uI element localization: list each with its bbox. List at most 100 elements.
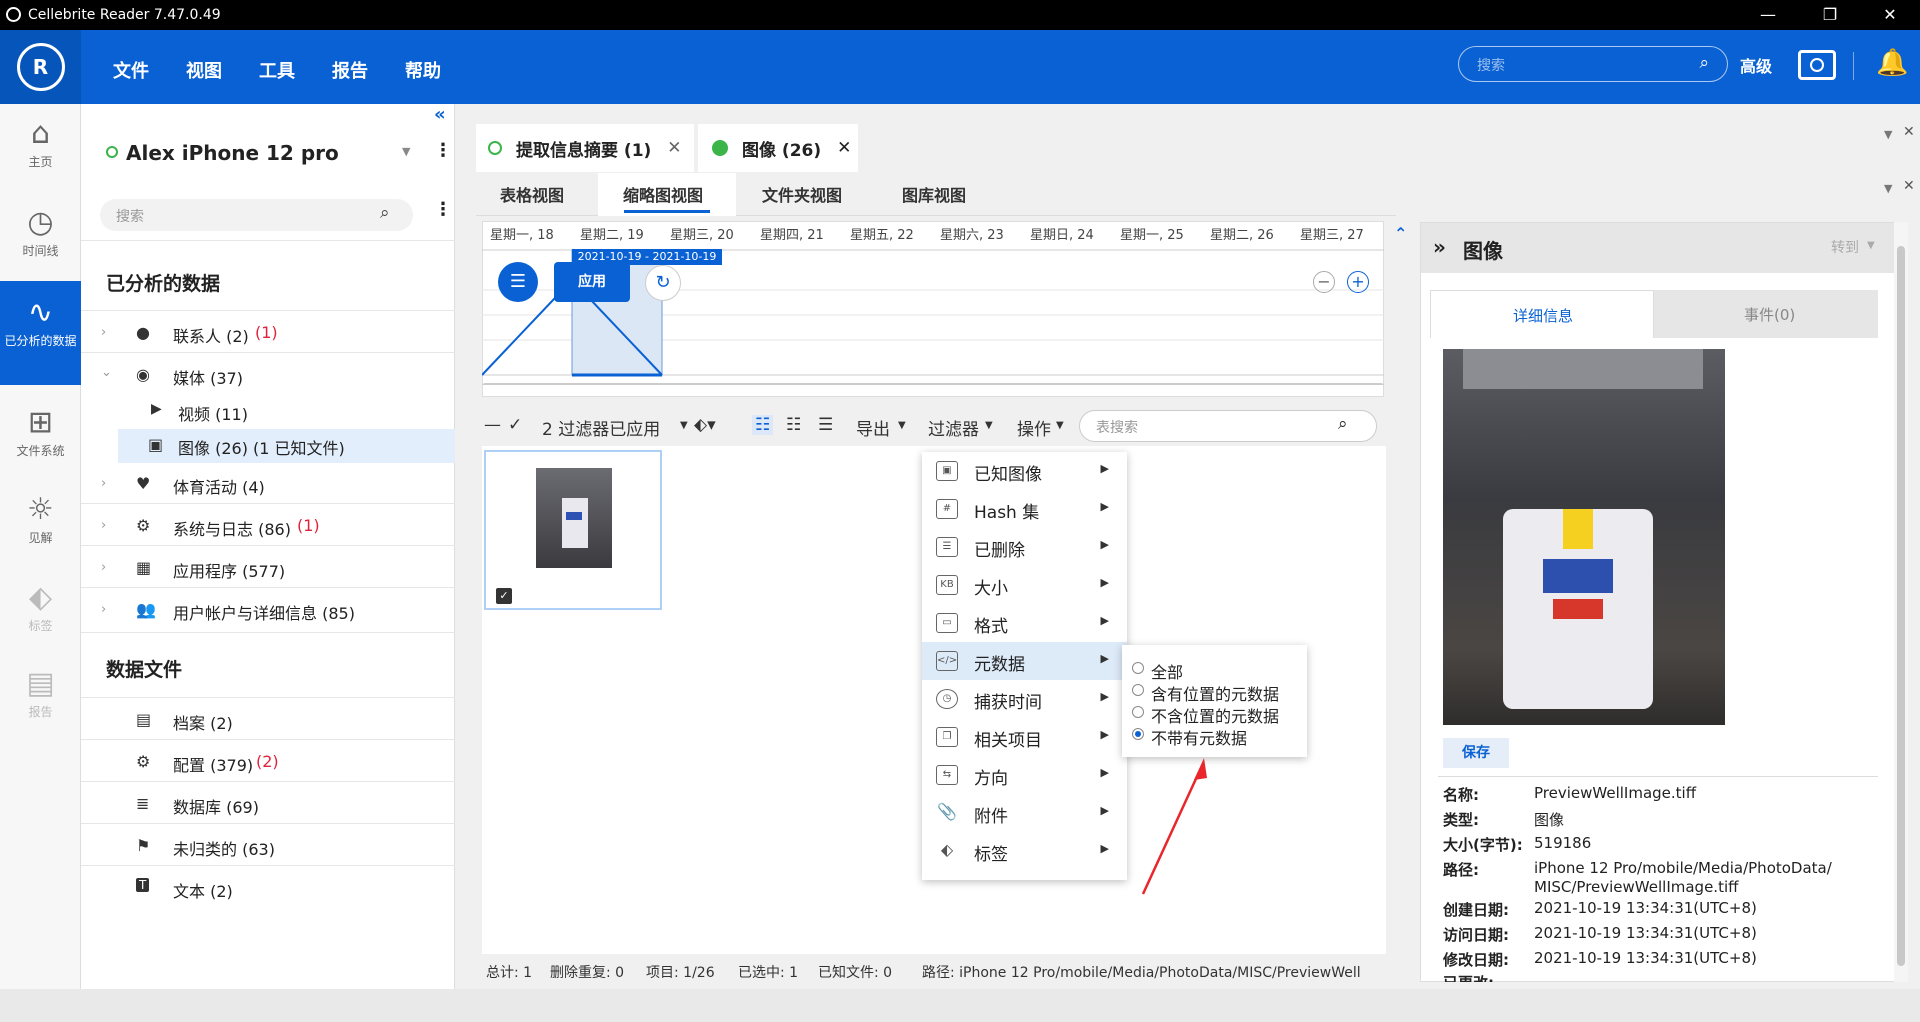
nav-item-system-logs[interactable]: › ⚙ 系统与日志 (86) (1) <box>81 510 455 544</box>
tab-dropdown-icon[interactable]: ▼ <box>1884 128 1892 141</box>
select-all-icon[interactable]: ✓ <box>508 415 522 435</box>
nav-item-contacts[interactable]: › ● 联系人 (2) (1) <box>81 317 455 351</box>
rail-filesystem[interactable]: ⊞ 文件系统 <box>0 395 81 479</box>
nav-item-text[interactable]: T 文本 (2) <box>81 872 455 906</box>
filter-deleted[interactable]: ☰ 已删除 ▶ <box>922 528 1127 566</box>
deselect-all-icon[interactable]: — <box>484 415 501 435</box>
submenu-arrow-icon: ▶ <box>1100 652 1109 665</box>
checkbox-icon[interactable]: ✓ <box>496 588 512 604</box>
device-more-icon[interactable]: ⋮ <box>434 140 452 161</box>
close-pane-icon[interactable]: ✕ <box>1903 124 1915 140</box>
bell-icon[interactable]: 🔔 <box>1876 48 1908 78</box>
zoom-out-icon[interactable]: − <box>1313 271 1335 293</box>
nav-item-video[interactable]: ▶ 视频 (11) <box>81 396 455 428</box>
tab-events-label: 事件(0) <box>1744 306 1796 324</box>
filter-dropdown[interactable]: 过滤器 <box>928 415 979 440</box>
table-search-input[interactable]: 表搜索 ⌕ <box>1079 410 1377 442</box>
close-tab-icon[interactable]: ✕ <box>837 138 851 158</box>
zoom-in-icon[interactable]: + <box>1347 271 1369 293</box>
thumbnail-item[interactable]: ✓ <box>484 450 662 610</box>
view-tab-gallery[interactable]: 图库视图 <box>902 182 966 206</box>
nav-item-databases[interactable]: ≣ 数据库 (69) <box>81 788 455 822</box>
title-bar: Cellebrite Reader 7.47.0.49 — ❐ ✕ <box>0 0 1920 30</box>
nav-search-input[interactable]: 搜索 ⌕ <box>100 199 413 231</box>
rail-tags[interactable]: ⬖ 标签 <box>0 570 81 654</box>
filter-menu: ▣ 已知图像 ▶ # Hash 集 ▶ ☰ 已删除 ▶ KB 大小 ▶ ▭ 格式 ▶ </> 元数据 ▶… <box>922 452 1127 880</box>
hash-icon: # <box>936 499 958 519</box>
tab-events[interactable]: 事件(0) <box>1654 290 1878 338</box>
close-tab-icon[interactable]: ✕ <box>667 138 681 158</box>
filter-known-images[interactable]: ▣ 已知图像 ▶ <box>922 452 1127 490</box>
expand-panel-icon[interactable]: » <box>1433 235 1446 259</box>
search-icon: ⌕ <box>1338 414 1348 434</box>
subtab-dropdown-icon[interactable]: ▼ <box>1884 182 1892 195</box>
menu-tools[interactable]: 工具 <box>259 57 295 83</box>
restore-button[interactable]: ❐ <box>1800 0 1860 30</box>
advanced-search-link[interactable]: 高级 <box>1740 53 1772 77</box>
filter-size[interactable]: KB 大小 ▶ <box>922 566 1127 604</box>
metadata-option-all[interactable]: 全部 <box>1132 659 1302 682</box>
rail-reports[interactable]: ▤ 报告 <box>0 656 81 740</box>
actions-dropdown[interactable]: 操作 <box>1017 415 1051 440</box>
list-view-icon[interactable]: ☰ <box>818 415 833 435</box>
filters-applied-dropdown[interactable]: 2 过滤器已应用 <box>542 415 660 440</box>
collapse-panel-icon[interactable]: « <box>434 104 446 125</box>
menu-help[interactable]: 帮助 <box>405 57 441 83</box>
view-tab-folder[interactable]: 文件夹视图 <box>762 182 842 206</box>
filter-capture-time[interactable]: ◷ 捕获时间 ▶ <box>922 680 1127 718</box>
details-scrollbar[interactable] <box>1894 222 1908 982</box>
menu-view[interactable]: 视图 <box>186 57 222 83</box>
nav-item-label: 媒体 (37) <box>173 369 243 388</box>
rail-analyzed-data[interactable]: ∿ 已分析的数据 <box>0 281 81 385</box>
nav-item-config[interactable]: ⚙ 配置 (379) (2) <box>81 746 455 780</box>
checklist-icon[interactable]: ☷ <box>786 415 801 435</box>
close-subpane-icon[interactable]: ✕ <box>1903 178 1915 194</box>
tab-images[interactable]: 图像 (26) ✕ <box>698 124 858 172</box>
nav-item-images[interactable]: ▣ 图像 (26) (1 已知文件) <box>118 429 455 463</box>
metadata-option-without-location[interactable]: 不含位置的元数据 <box>1132 703 1302 726</box>
screenshot-icon[interactable] <box>1798 50 1836 80</box>
search-icon[interactable]: ⌕ <box>1699 53 1709 73</box>
tag-filter-icon[interactable]: ⬖▾ <box>694 415 716 435</box>
refresh-icon[interactable]: ↻ <box>645 265 681 301</box>
nav-item-accounts[interactable]: › 👥 用户帐户与详细信息 (85) <box>81 594 455 628</box>
filter-related-items[interactable]: ❐ 相关项目 ▶ <box>922 718 1127 756</box>
collapse-timeline-icon[interactable]: ⌃ <box>1394 224 1407 243</box>
tab-extraction-summary[interactable]: 提取信息摘要 (1) ✕ <box>476 124 694 172</box>
menu-file[interactable]: 文件 <box>113 57 149 83</box>
rail-timeline[interactable]: ◷ 时间线 <box>0 195 81 279</box>
global-search-input[interactable]: 搜索 ⌕ <box>1458 46 1728 82</box>
figure-chest-shape <box>1543 559 1613 593</box>
nav-item-apps[interactable]: › ▦ 应用程序 (577) <box>81 552 455 586</box>
nav-more-icon[interactable]: ⋮ <box>434 199 452 220</box>
filter-metadata[interactable]: </> 元数据 ▶ <box>922 642 1127 680</box>
minimize-button[interactable]: — <box>1738 0 1798 30</box>
filter-tags[interactable]: ⬖ 标签 ▶ <box>922 832 1127 870</box>
filter-orientation[interactable]: ⇆ 方向 ▶ <box>922 756 1127 794</box>
nav-item-fitness[interactable]: › ♥ 体育活动 (4) <box>81 468 455 502</box>
filter-hash-set[interactable]: # Hash 集 ▶ <box>922 490 1127 528</box>
close-window-button[interactable]: ✕ <box>1860 0 1920 30</box>
tab-details[interactable]: 详细信息 <box>1430 290 1654 338</box>
save-button[interactable]: 保存 <box>1443 738 1509 768</box>
nav-item-media[interactable]: ⌄ ◉ 媒体 (37) <box>81 359 455 393</box>
export-dropdown[interactable]: 导出 <box>856 415 890 440</box>
filter-format[interactable]: ▭ 格式 ▶ <box>922 604 1127 642</box>
metadata-option-with-location[interactable]: 含有位置的元数据 <box>1132 681 1302 704</box>
nav-item-uncategorized[interactable]: ⚑ 未归类的 (63) <box>81 830 455 864</box>
filter-attachments[interactable]: 📎 附件 ▶ <box>922 794 1127 832</box>
thumbnail-details-icon[interactable]: ☷ <box>752 415 774 435</box>
status-items: 项目: 1/26 <box>646 965 715 981</box>
goto-dropdown[interactable]: 转到 <box>1831 237 1859 257</box>
scrollbar-thumb[interactable] <box>1897 246 1905 966</box>
menu-report[interactable]: 报告 <box>332 57 368 83</box>
metadata-option-no-metadata[interactable]: 不带有元数据 <box>1132 725 1302 748</box>
apply-button[interactable]: 应用 <box>554 262 630 302</box>
list-icon[interactable]: ☰ <box>498 262 538 302</box>
device-dropdown-icon[interactable]: ▼ <box>402 145 410 158</box>
view-tab-table[interactable]: 表格视图 <box>500 182 564 206</box>
view-tab-thumbnail[interactable]: 缩略图视图 <box>623 182 703 206</box>
rail-home[interactable]: ⌂ 主页 <box>0 106 81 190</box>
nav-item-archives[interactable]: ▤ 档案 (2) <box>81 704 455 738</box>
rail-insights[interactable]: ☼ 见解 <box>0 482 81 566</box>
